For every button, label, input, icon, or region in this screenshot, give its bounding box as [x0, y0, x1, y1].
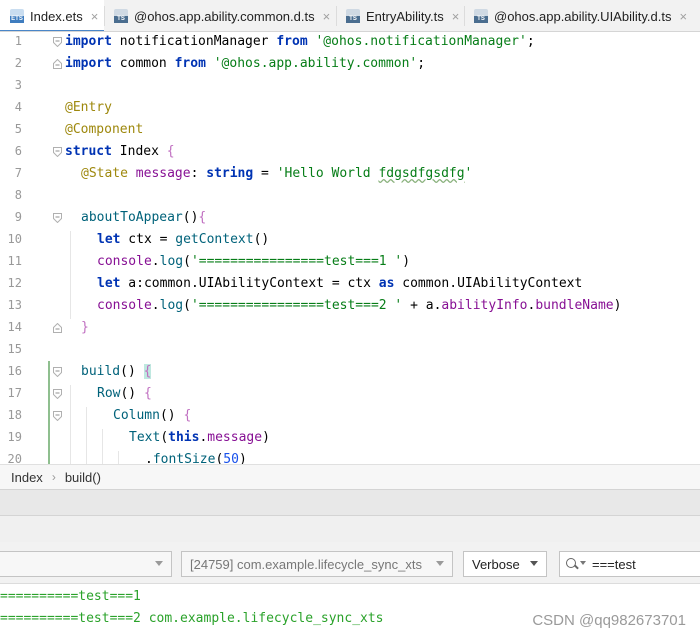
line-number: 13	[7, 298, 22, 312]
code-line-18: Column() {	[113, 408, 192, 423]
fold-end-icon[interactable]	[53, 323, 62, 333]
log-line: ==========test===2 com.example.lifecycle…	[0, 611, 384, 626]
indent-guide	[102, 429, 103, 464]
fold-end-icon[interactable]	[53, 59, 62, 69]
chevron-down-icon	[530, 561, 538, 566]
line-number: 12	[7, 276, 22, 290]
line-number: 19	[7, 430, 22, 444]
editor-tab-bar: ETS Index.ets × TS @ohos.app.ability.com…	[0, 0, 700, 32]
close-icon[interactable]: ×	[323, 9, 331, 24]
code-line-16: build() {	[81, 364, 152, 379]
code-editor[interactable]: 1 2 3 4 5 6 7 8 9 10 11 12 13 14 15 16 17 18 19 20 import n…	[0, 33, 700, 464]
line-number: 14	[7, 320, 22, 334]
line-number: 10	[7, 232, 22, 246]
search-icon[interactable]	[566, 557, 586, 571]
ts-file-icon: TS	[114, 9, 128, 23]
breadcrumb: Index › build()	[0, 464, 700, 489]
process-select[interactable]: [24759] com.example.lifecycle_sync_xts	[181, 551, 453, 577]
code-line-14: }	[81, 320, 89, 335]
close-icon[interactable]: ×	[91, 9, 99, 24]
line-number: 4	[14, 100, 22, 114]
indent-guide	[86, 407, 87, 464]
log-line: ==========test===1	[0, 589, 141, 604]
watermark: CSDN @qq982673701	[532, 612, 686, 629]
breadcrumb-item-index[interactable]: Index	[11, 470, 43, 485]
fold-icon[interactable]	[53, 367, 62, 377]
close-icon[interactable]: ×	[679, 9, 687, 24]
process-select-value: [24759] com.example.lifecycle_sync_xts	[190, 556, 422, 572]
tool-window-header	[0, 489, 700, 516]
log-search-input[interactable]: ===test	[559, 551, 700, 577]
change-marker	[48, 361, 50, 464]
log-filter-bar: [24759] com.example.lifecycle_sync_xts V…	[0, 542, 700, 584]
line-number-gutter: 1 2 3 4 5 6 7 8 9 10 11 12 13 14 15 16 17 18 19 20	[0, 33, 50, 464]
code-line-19: Text(this.message)	[129, 430, 270, 445]
line-number: 7	[14, 166, 22, 180]
fold-icon[interactable]	[53, 389, 62, 399]
tab-label: @ohos.app.ability.common.d.ts	[134, 8, 315, 24]
indent-guide	[70, 231, 71, 319]
chevron-down-icon	[436, 561, 444, 566]
log-search-value: ===test	[592, 556, 636, 572]
breadcrumb-item-build[interactable]: build()	[65, 470, 101, 485]
code-line-10: let ctx = getContext()	[97, 232, 270, 247]
code-line-17: Row() {	[97, 386, 152, 401]
indent-guide	[118, 451, 119, 464]
code-line-12: let a:common.UIAbilityContext = ctx as c…	[97, 276, 583, 291]
indent-guide	[70, 385, 71, 464]
tab-label: EntryAbility.ts	[366, 8, 444, 24]
tab-common-d-ts[interactable]: TS @ohos.app.ability.common.d.ts ×	[104, 0, 336, 31]
ts-file-icon: TS	[346, 9, 360, 23]
line-number: 1	[14, 34, 22, 48]
tool-window-toolbar	[0, 516, 700, 542]
code-line-4: @Entry	[65, 100, 112, 115]
line-number: 3	[14, 78, 22, 92]
code-line-20: .fontSize(50)	[145, 452, 247, 464]
fold-icon[interactable]	[53, 147, 62, 157]
log-level-value: Verbose	[472, 556, 520, 572]
line-number: 20	[7, 452, 22, 464]
code-line-11: console.log('================test===1 ')	[97, 254, 411, 269]
ts-file-icon: TS	[474, 9, 488, 23]
chevron-down-icon	[155, 561, 163, 566]
ets-file-icon: ETS	[10, 9, 24, 23]
line-number: 17	[7, 386, 22, 400]
line-number: 8	[14, 188, 22, 202]
fold-icon[interactable]	[53, 37, 62, 47]
line-number: 18	[7, 408, 22, 422]
code-line-7: @State message: string = 'Hello World fd…	[81, 166, 473, 181]
line-number: 6	[14, 144, 22, 158]
line-number: 16	[7, 364, 22, 378]
device-select[interactable]	[0, 551, 172, 577]
tab-label: @ohos.app.ability.UIAbility.d.ts	[494, 8, 672, 24]
code-line-13: console.log('================test===2 ' …	[97, 298, 622, 313]
code-line-2: import common from '@ohos.app.ability.co…	[65, 56, 426, 71]
tab-index-ets[interactable]: ETS Index.ets ×	[0, 0, 104, 31]
log-level-select[interactable]: Verbose	[463, 551, 547, 577]
code-line-9: aboutToAppear(){	[81, 210, 207, 225]
fold-icon[interactable]	[53, 213, 62, 223]
code-line-1: import notificationManager from '@ohos.n…	[65, 34, 535, 49]
close-icon[interactable]: ×	[452, 9, 460, 24]
tab-uiability-d-ts[interactable]: TS @ohos.app.ability.UIAbility.d.ts ×	[464, 0, 700, 31]
tab-entryability-ts[interactable]: TS EntryAbility.ts ×	[336, 0, 464, 31]
line-number: 9	[14, 210, 22, 224]
tab-label: Index.ets	[30, 8, 83, 24]
line-number: 15	[7, 342, 22, 356]
breadcrumb-separator: ›	[51, 470, 56, 484]
line-number: 2	[14, 56, 22, 70]
line-number: 5	[14, 122, 22, 136]
code-line-6: struct Index {	[65, 144, 175, 159]
line-number: 11	[7, 254, 22, 268]
fold-icon[interactable]	[53, 411, 62, 421]
code-line-5: @Component	[65, 122, 144, 137]
